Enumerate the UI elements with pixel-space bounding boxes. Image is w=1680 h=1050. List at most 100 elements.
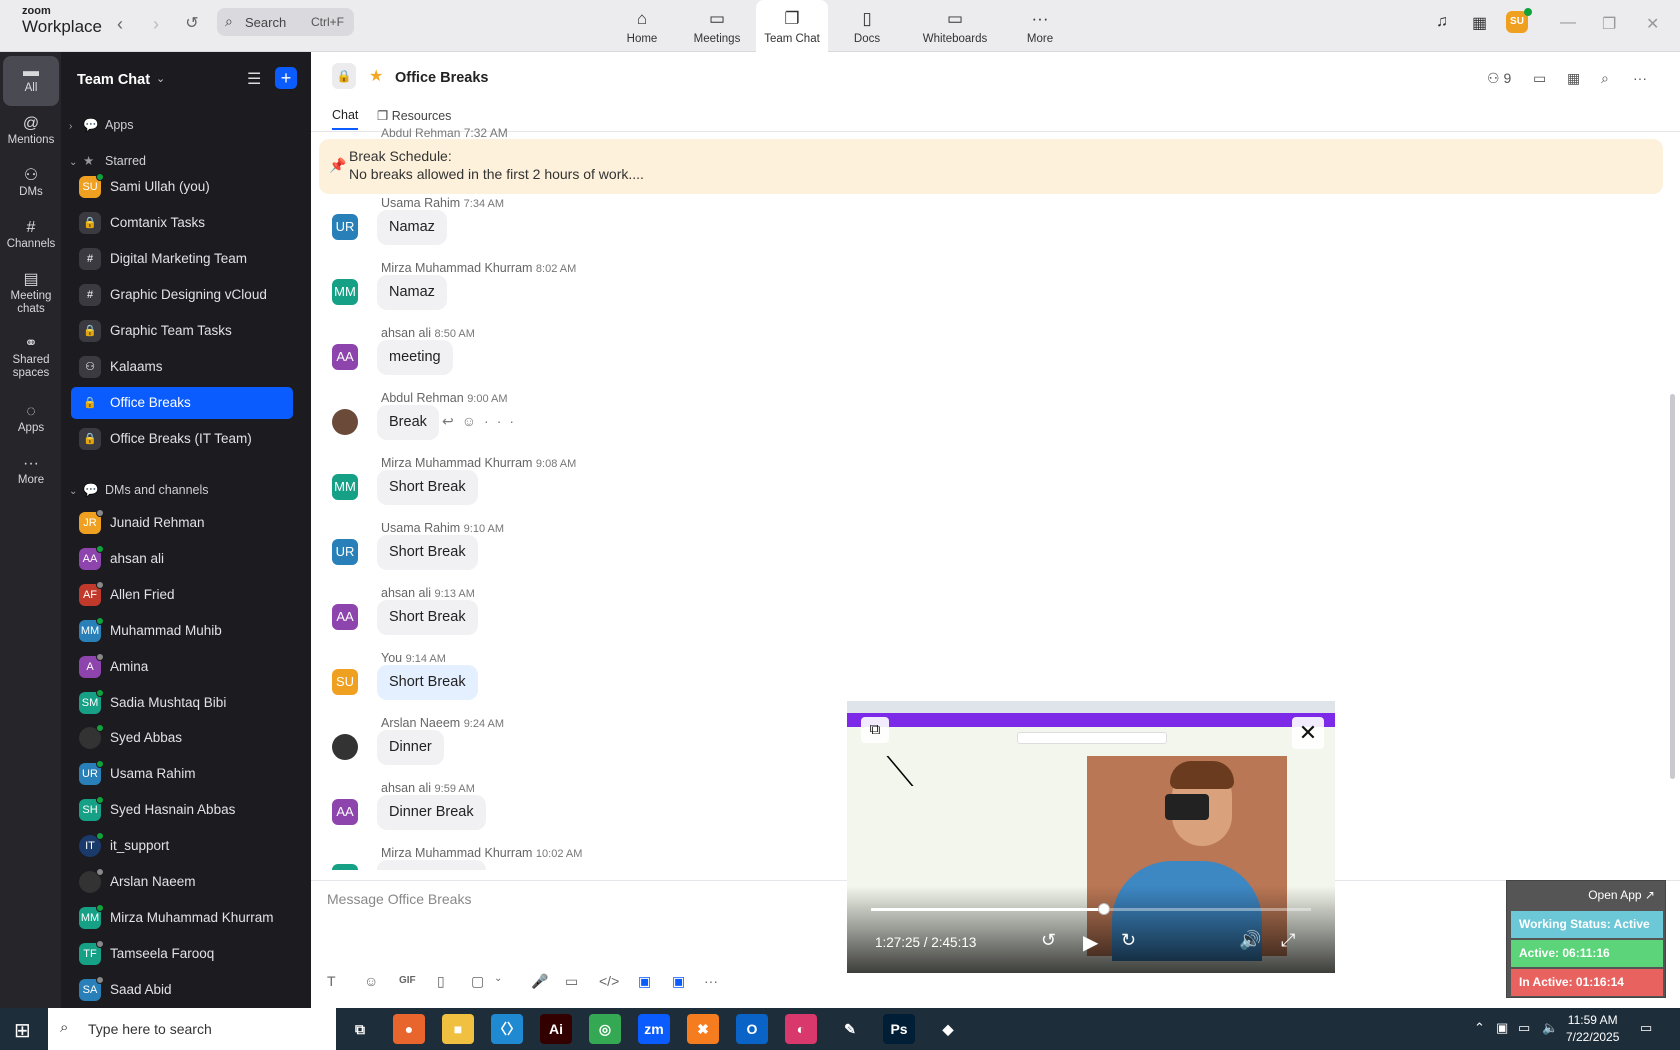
message-bubble[interactable]: Short Break [377, 665, 478, 700]
chat-message[interactable]: AA ahsan ali 8:50 AM meeting [332, 326, 1132, 386]
creative-cloud-icon[interactable]: ◐ [785, 1014, 817, 1044]
open-app-link[interactable]: Open App ↗ [1588, 888, 1655, 902]
calendar-icon[interactable]: ▦ [1472, 13, 1487, 33]
message-bubble[interactable]: Short Break [377, 535, 478, 570]
sidebar-item-starred[interactable]: # Graphic Designing vCloud [71, 279, 293, 311]
nav-tab-home[interactable]: ⌂ Home [606, 0, 678, 52]
video-progress-bar[interactable] [871, 903, 1311, 915]
gif-button[interactable]: GIF [399, 975, 416, 986]
whiteboard-icon[interactable]: ▣ [672, 973, 685, 990]
message-bubble[interactable]: Namaz [377, 210, 447, 245]
video-message-icon[interactable]: ▭ [565, 973, 578, 990]
chevron-down-icon[interactable]: ⌄ [494, 973, 502, 984]
app-icon[interactable]: ▣ [638, 973, 651, 990]
message-sender[interactable]: ahsan ali [381, 326, 431, 340]
avatar[interactable]: MM [332, 474, 358, 500]
forward-arrow-icon[interactable]: › [144, 12, 168, 36]
sidebar-item-starred[interactable]: 🔒 Comtanix Tasks [71, 207, 293, 239]
message-bubble[interactable]: Short Break [377, 470, 478, 505]
search-icon[interactable]: ⌕ [1601, 70, 1609, 87]
more-dots-icon[interactable]: ··· [484, 413, 522, 429]
sidebar-item-starred[interactable]: SU Sami Ullah (you) [71, 171, 293, 203]
maximize-icon[interactable]: ❐ [1602, 14, 1616, 34]
firefox-icon[interactable]: ● [393, 1014, 425, 1044]
history-icon[interactable]: ↺ [180, 12, 204, 36]
back-arrow-icon[interactable]: ‹ [108, 12, 132, 36]
sidebar-item-dm[interactable]: JR Junaid Rehman [71, 507, 293, 539]
channel-title[interactable]: Office Breaks [395, 70, 489, 86]
windows-start-icon[interactable]: ⊞ [14, 1018, 31, 1043]
sidebar-item-starred[interactable]: # Digital Marketing Team [71, 243, 293, 275]
fullscreen-icon[interactable]: ⤢ [1281, 930, 1295, 951]
forward-icon[interactable]: ↻ [1121, 930, 1136, 951]
message-sender[interactable]: You [381, 651, 402, 665]
message-bubble[interactable]: Dinner Break [377, 795, 486, 830]
sidebar-item-dm[interactable]: SH Syed Hasnain Abbas [71, 794, 293, 826]
sidebar-item-dm[interactable]: Arslan Naeem [71, 866, 293, 898]
avatar[interactable] [332, 409, 358, 435]
chevron-down-icon[interactable]: ⌄ [156, 72, 165, 85]
volume-icon[interactable]: 🔊 [1239, 930, 1261, 951]
avatar[interactable]: AA [332, 344, 358, 370]
message-bubble[interactable]: meeting [377, 340, 453, 375]
message-sender[interactable]: Abdul Rehman [381, 391, 464, 405]
nav-tab-meetings[interactable]: ▭ Meetings [681, 0, 753, 52]
sidebar-item-starred[interactable]: ⚇ Kalaams [71, 351, 293, 383]
message-bubble[interactable]: Dinner [377, 730, 444, 765]
rail-item-channels[interactable]: # Channels [3, 212, 59, 262]
sidebar-item-dm[interactable]: Syed Abbas [71, 722, 293, 754]
sidebar-item-dm[interactable]: IT it_support [71, 830, 293, 862]
screenshot-icon[interactable]: ▢ [471, 973, 484, 990]
emoji-icon[interactable]: ☺ [462, 413, 484, 429]
app-diamond-icon[interactable]: ◆ [932, 1014, 964, 1044]
chat-message[interactable]: UR Usama Rahim 7:34 AM Namaz [332, 196, 1132, 256]
nav-tab-more[interactable]: ··· More [1004, 0, 1076, 52]
sidebar-item-dm[interactable]: SA Saad Abid [71, 974, 293, 1006]
avatar[interactable]: MM [332, 279, 358, 305]
message-sender[interactable]: Mirza Muhammad Khurram [381, 261, 532, 275]
illustrator-icon[interactable]: Ai [540, 1014, 572, 1044]
avatar[interactable]: UR [332, 214, 358, 240]
avatar[interactable]: MM [332, 864, 358, 870]
message-sender[interactable]: ahsan ali [381, 586, 431, 600]
calendar-icon[interactable]: ▦ [1567, 70, 1580, 87]
sidebar-item-dm[interactable]: AF Allen Fried [71, 579, 293, 611]
message-sender[interactable]: Usama Rahim [381, 521, 460, 535]
app-tray-icon[interactable]: ▣ [1496, 1020, 1508, 1036]
picture-in-picture-icon[interactable]: ⧉ [861, 717, 889, 743]
pen-tool-icon[interactable]: ✎ [834, 1014, 866, 1044]
network-icon[interactable]: ▭ [1518, 1020, 1530, 1036]
close-video-button[interactable]: ✕ [1292, 717, 1324, 749]
sidebar-item-dm[interactable]: A Amina [71, 651, 293, 683]
star-icon[interactable]: ★ [369, 66, 383, 86]
rail-item-more[interactable]: ··· More [3, 448, 59, 498]
section-apps[interactable]: › 💬 Apps [69, 118, 134, 133]
section-starred[interactable]: ⌄ ★ Starred [69, 153, 146, 168]
floating-video-player[interactable]: ⧉ ✕ 1:27:25 / 2:45:13 ↺ ▶ ↻ 🔊 ⤢ [847, 701, 1335, 973]
pinned-message[interactable]: 📌 Break Schedule: No breaks allowed in t… [319, 139, 1663, 194]
avatar[interactable] [332, 734, 358, 760]
rail-item-meeting-chats[interactable]: ▤ Meeting chats [3, 264, 59, 326]
filter-icon[interactable]: ☰ [247, 69, 261, 89]
tab-resources[interactable]: ❐ Resources [377, 108, 451, 123]
chat-message[interactable]: MM Mirza Muhammad Khurram 9:08 AM Short Br… [332, 456, 1132, 516]
nav-tab-team-chat[interactable]: ❐ Team Chat [756, 0, 828, 53]
sidebar-item-starred[interactable]: 🔒 Graphic Team Tasks [71, 315, 293, 347]
section-dms-and-channels[interactable]: ⌄ 💬 DMs and channels [69, 483, 209, 498]
sidebar-title[interactable]: Team Chat [77, 72, 150, 88]
sidebar-item-dm[interactable]: MM Muhammad Muhib [71, 615, 293, 647]
taskbar-clock[interactable]: 11:59 AM 7/22/2025 [1566, 1012, 1619, 1046]
chat-message[interactable]: UR Usama Rahim 9:10 AM Short Break [332, 521, 1132, 581]
sidebar-item-starred[interactable]: 🔒 Office Breaks [71, 387, 293, 419]
emoji-icon[interactable]: ☺ [364, 973, 378, 989]
close-icon[interactable]: ✕ [1646, 14, 1659, 34]
rail-item-mentions[interactable]: @ Mentions [3, 108, 59, 158]
message-bubble[interactable]: Short Break [377, 600, 478, 635]
avatar[interactable]: AA [332, 799, 358, 825]
reply-icon[interactable]: ↩ [442, 413, 462, 429]
avatar[interactable]: UR [332, 539, 358, 565]
taskbar-search[interactable]: ⌕ Type here to search [48, 1008, 336, 1050]
more-dots-icon[interactable]: ··· [1633, 70, 1647, 86]
tab-chat[interactable]: Chat [332, 108, 359, 130]
bell-icon[interactable]: ♫ [1436, 13, 1448, 31]
